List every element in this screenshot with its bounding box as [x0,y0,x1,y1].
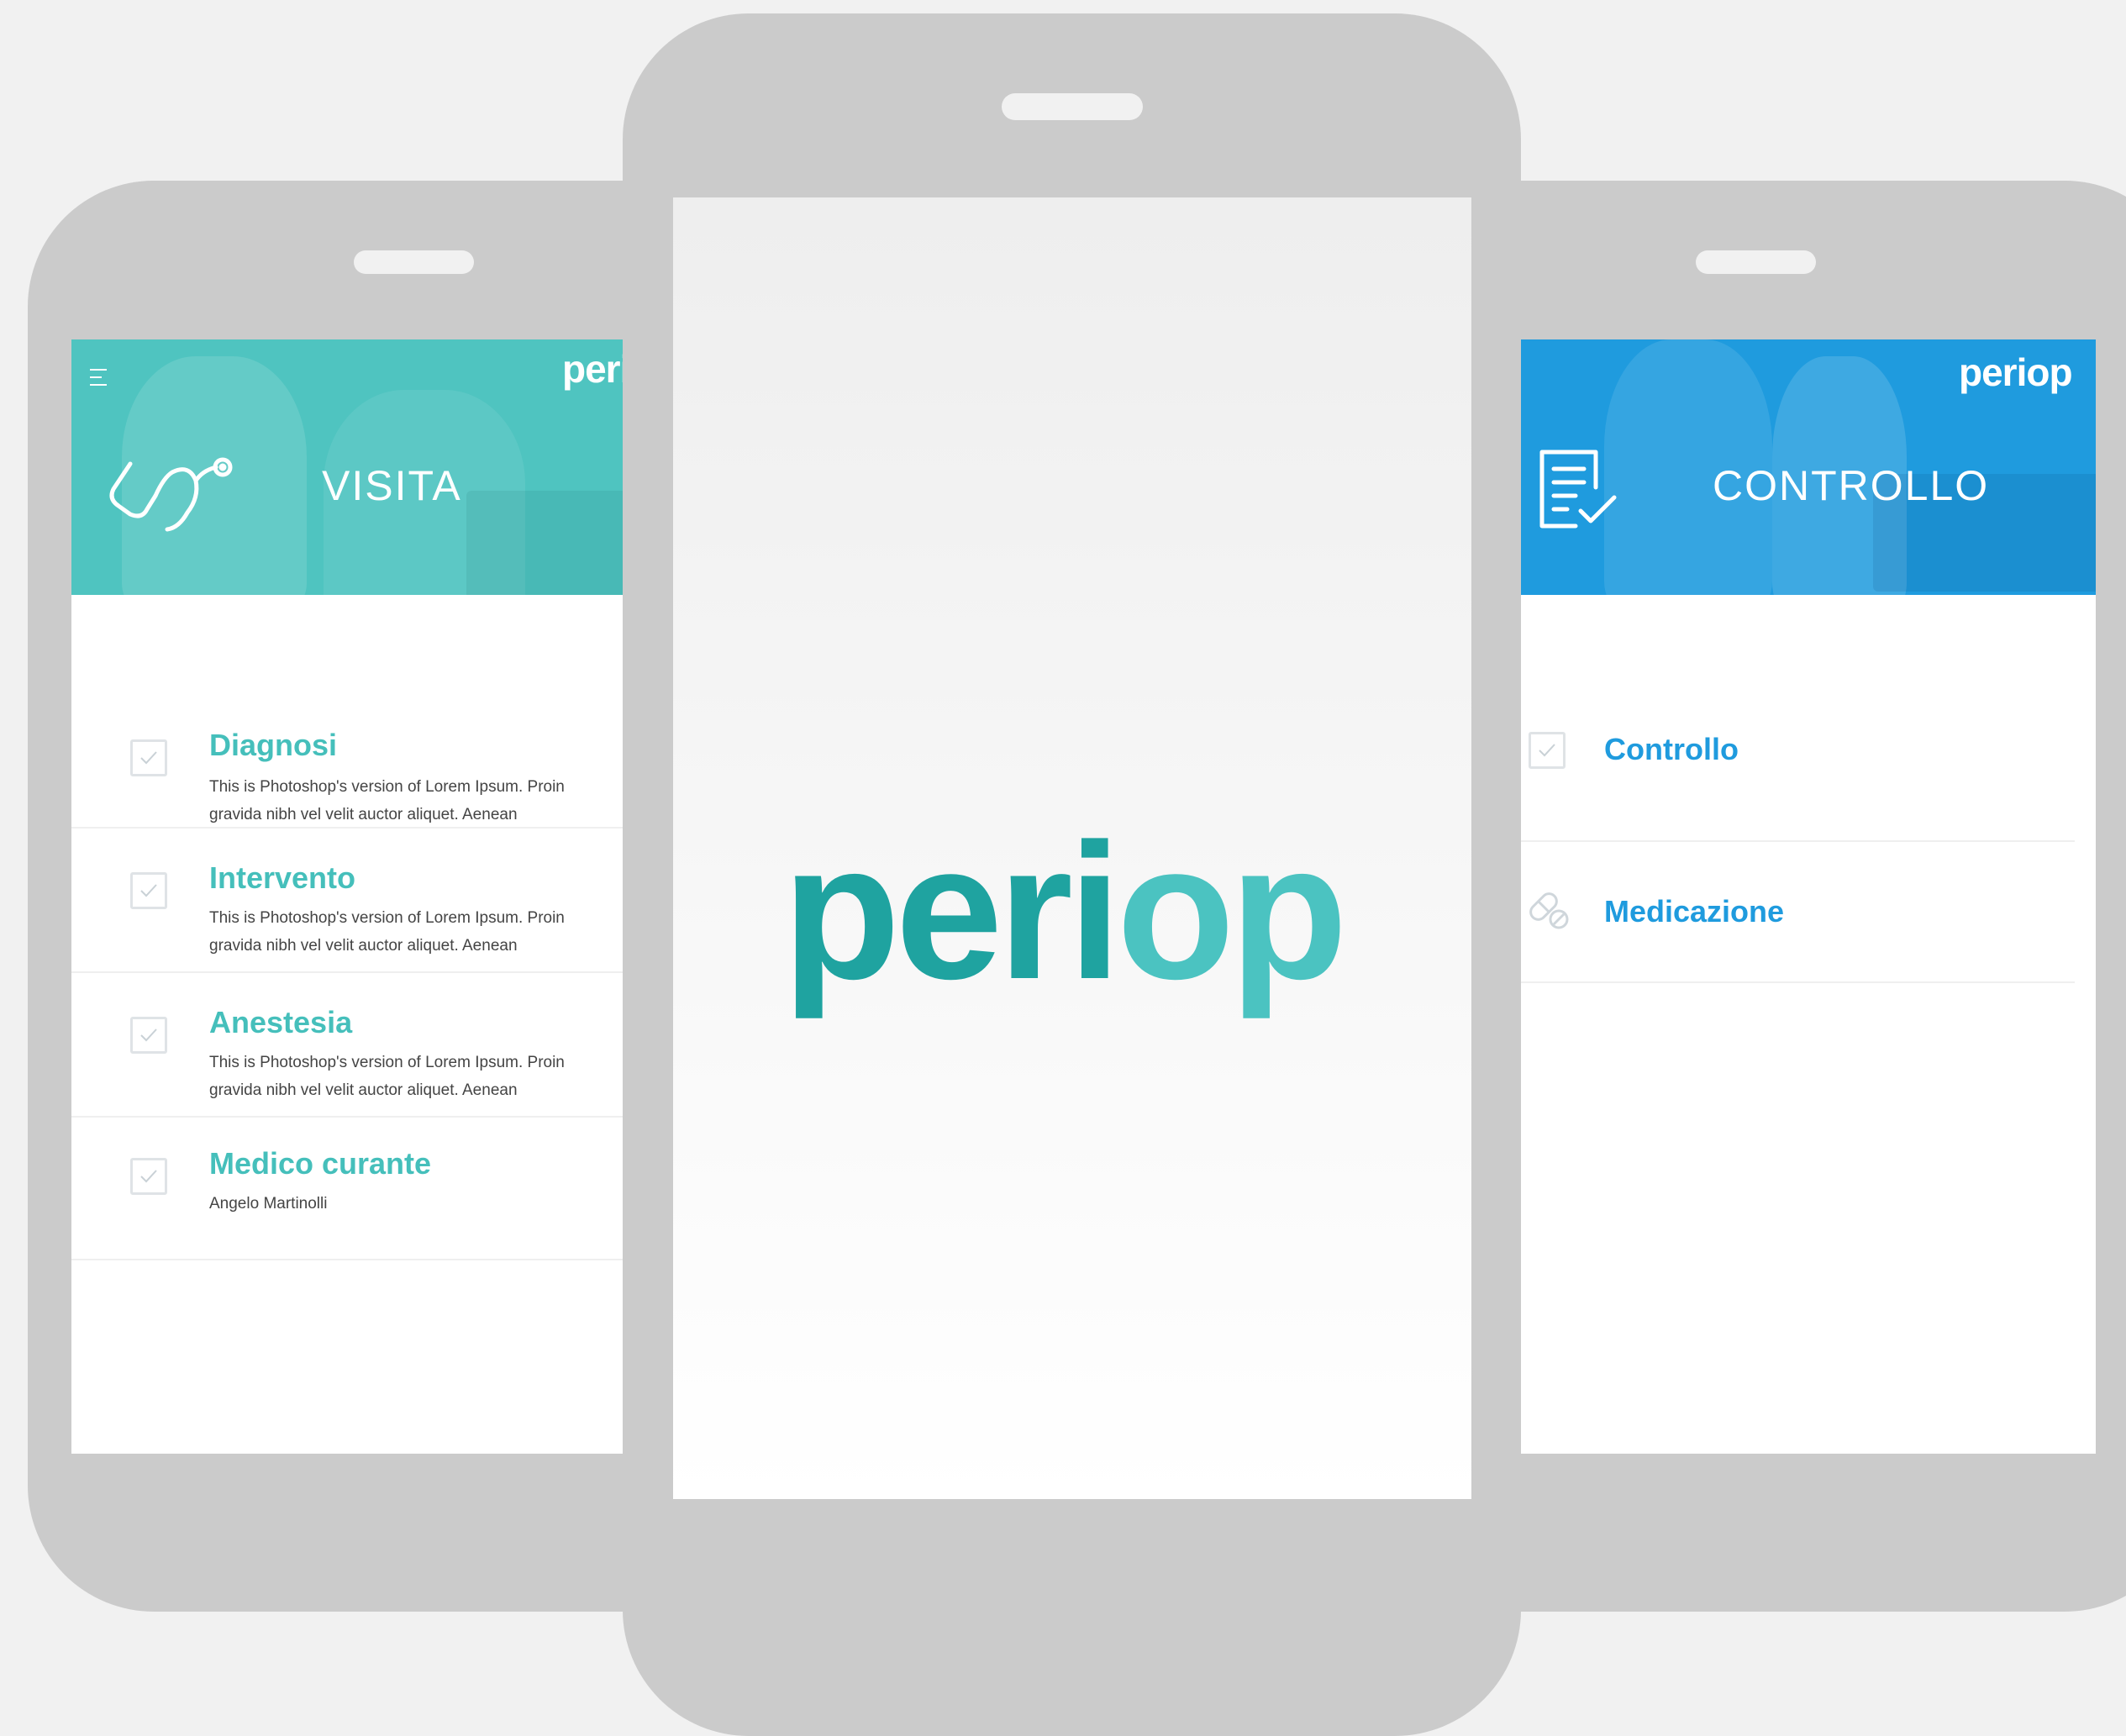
pill-icon [1525,886,1572,937]
checkbox[interactable] [130,739,167,776]
list-item[interactable]: Anestesia This is Photoshop's version of… [71,973,623,1118]
page-title: CONTROLLO [1713,462,1990,509]
phone-center: periop [623,13,1521,1736]
list-item[interactable]: Medicazione [1520,842,2075,983]
list-item[interactable]: Diagnosi This is Photoshop's version of … [71,709,623,829]
item-description: Angelo Martinolli [209,1195,328,1213]
item-title: Intervento [209,860,356,895]
list-item[interactable]: Controllo [1520,676,2075,842]
controllo-header: periop CONTROLLO [1520,339,2096,595]
item-description: This is Photoshop's version of Lorem Ips… [209,1054,565,1071]
phone-speaker [1696,250,1816,274]
splash-screen: periop [673,197,1471,1499]
item-title: Medico curante [209,1146,432,1181]
checkbox[interactable] [130,872,167,909]
item-description: gravida nibh vel velit auctor aliquet. A… [209,937,518,955]
item-title: Controllo [1604,732,1739,766]
logo-part-1: peri [782,803,1122,1019]
brand-logo: peri [562,347,623,391]
logo-part-2: op [1116,803,1348,1019]
item-title: Anestesia [209,1005,353,1039]
item-description: gravida nibh vel velit auctor aliquet. A… [209,1081,518,1099]
list-item[interactable]: Intervento This is Photoshop's version o… [71,829,623,973]
visita-header: peri VISITA [71,339,623,595]
checkbox[interactable] [130,1158,167,1195]
visita-screen: peri VISITA Diagnosi This is Photoshop's… [71,339,623,1454]
item-description: This is Photoshop's version of Lorem Ips… [209,909,565,927]
item-description: gravida nibh vel velit auctor aliquet. A… [209,806,518,823]
brand-logo: periop [1959,350,2073,394]
item-title: Medicazione [1604,894,1785,928]
phone-speaker [354,250,474,274]
checklist-icon [1537,447,1621,535]
hamburger-icon[interactable] [88,366,113,392]
checkbox-icon[interactable] [1529,732,1566,769]
header-photo-monitor [466,491,623,595]
controllo-screen: periop CONTROLLO Controllo Medicazione [1520,339,2096,1454]
item-title: Diagnosi [209,728,338,762]
checkbox[interactable] [130,1017,167,1054]
phone-speaker [1002,93,1143,120]
item-description: This is Photoshop's version of Lorem Ips… [209,778,565,796]
periop-logo: periop [782,815,1348,1008]
stethoscope-icon [105,447,239,544]
list-item[interactable]: Medico curante Angelo Martinolli [71,1118,623,1260]
page-title: VISITA [322,462,462,509]
